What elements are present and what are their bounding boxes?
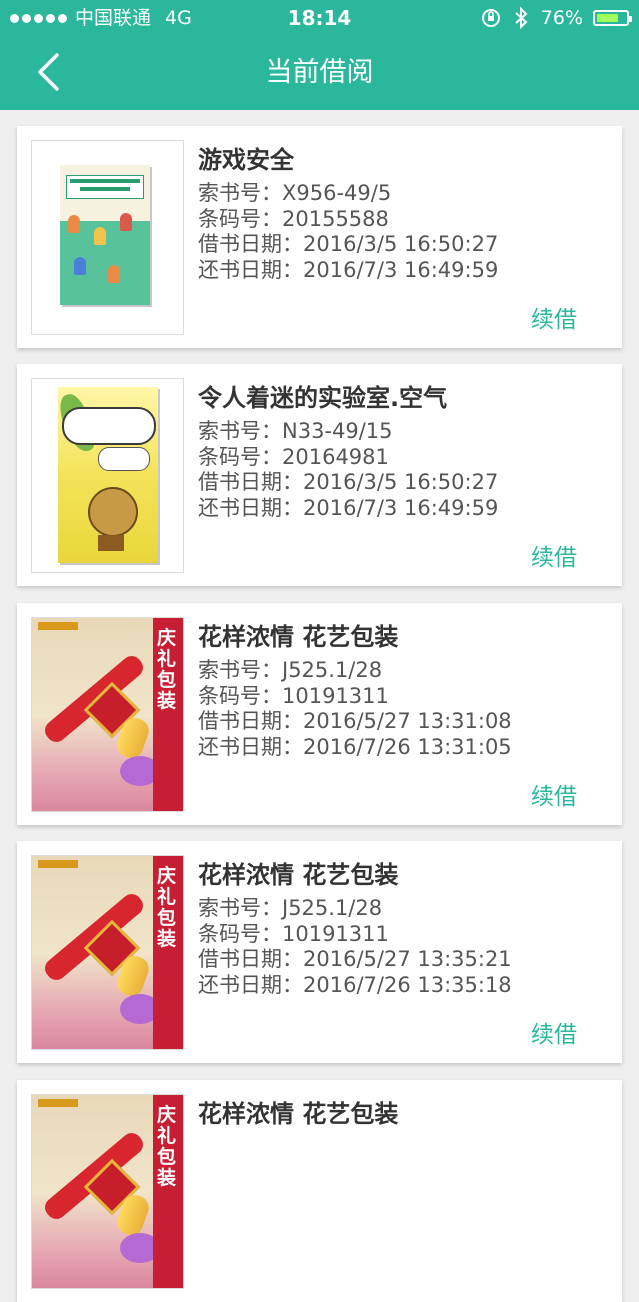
call-number-row: 索书号：J525.1/28 xyxy=(198,658,512,684)
book-card: 庆礼包装 花样浓情 花艺包装 xyxy=(17,1080,622,1302)
book-cover-art: 庆礼包装 xyxy=(32,856,183,1049)
book-card: 庆礼包装 花样浓情 花艺包装 索书号：J525.1/28 条码号：1019131… xyxy=(17,841,622,1063)
book-cover-art xyxy=(54,387,158,563)
call-number-label: 索书号： xyxy=(198,896,282,920)
call-number-value: J525.1/28 xyxy=(282,658,383,682)
renew-button[interactable]: 续借 xyxy=(531,538,577,572)
call-number-value: J525.1/28 xyxy=(282,896,383,920)
book-cover[interactable]: 庆礼包装 xyxy=(31,855,184,1050)
barcode-row: 条码号：20155588 xyxy=(198,207,498,233)
book-title[interactable]: 游戏安全 xyxy=(198,140,294,175)
book-title[interactable]: 花样浓情 花艺包装 xyxy=(198,1094,398,1129)
borrow-date-value: 2016/5/27 13:31:08 xyxy=(303,709,512,733)
book-title[interactable]: 令人着迷的实验室.空气 xyxy=(198,378,447,413)
barcode-value: 10191311 xyxy=(282,683,389,708)
barcode-row: 条码号：10191311 xyxy=(198,922,512,948)
app-header: 中国联通 4G 18:14 76% 当前借阅 xyxy=(0,0,639,110)
book-card: 令人着迷的实验室.空气 索书号：N33-49/15 条码号：20164981 借… xyxy=(17,364,622,586)
return-date-row: 还书日期：2016/7/26 13:35:18 xyxy=(198,973,512,999)
return-date-label: 还书日期： xyxy=(198,972,303,997)
cover-text: 庆礼包装 xyxy=(157,865,177,950)
barcode-row: 条码号：10191311 xyxy=(198,684,512,710)
call-number-row: 索书号：N33-49/15 xyxy=(198,419,498,445)
book-cover-art: 庆礼包装 xyxy=(32,1095,183,1288)
borrow-date-row: 借书日期：2016/5/27 13:31:08 xyxy=(198,709,512,735)
borrow-date-value: 2016/3/5 16:50:27 xyxy=(303,232,499,256)
borrow-date-row: 借书日期：2016/5/27 13:35:21 xyxy=(198,947,512,973)
battery-percent: 76% xyxy=(540,7,583,29)
page-title: 当前借阅 xyxy=(265,57,374,88)
return-date-value: 2016/7/3 16:49:59 xyxy=(303,257,499,282)
bluetooth-icon xyxy=(511,7,531,29)
borrow-date-row: 借书日期：2016/3/5 16:50:27 xyxy=(198,470,498,496)
book-meta: 索书号：N33-49/15 条码号：20164981 借书日期：2016/3/5… xyxy=(198,419,498,521)
barcode-label: 条码号： xyxy=(198,444,282,469)
book-meta: 索书号：J525.1/28 条码号：10191311 借书日期：2016/5/2… xyxy=(198,896,512,998)
call-number-label: 索书号： xyxy=(198,419,282,443)
battery-icon xyxy=(593,10,632,26)
barcode-value: 10191311 xyxy=(282,921,389,946)
book-cover[interactable]: 庆礼包装 xyxy=(31,1094,184,1289)
book-cover-art: 庆礼包装 xyxy=(32,618,183,811)
return-date-row: 还书日期：2016/7/3 16:49:59 xyxy=(198,496,498,522)
book-cover[interactable] xyxy=(31,140,184,335)
book-title[interactable]: 花样浓情 花艺包装 xyxy=(198,617,398,652)
return-date-row: 还书日期：2016/7/3 16:49:59 xyxy=(198,258,498,284)
barcode-value: 20155588 xyxy=(282,206,389,231)
borrow-date-label: 借书日期： xyxy=(198,232,303,256)
call-number-row: 索书号：X956-49/5 xyxy=(198,181,498,207)
borrow-date-row: 借书日期：2016/3/5 16:50:27 xyxy=(198,232,498,258)
barcode-label: 条码号： xyxy=(198,921,282,946)
book-title[interactable]: 花样浓情 花艺包装 xyxy=(198,855,398,890)
book-cover[interactable] xyxy=(31,378,184,573)
return-date-value: 2016/7/3 16:49:59 xyxy=(303,495,499,520)
renew-button[interactable]: 续借 xyxy=(531,777,577,811)
return-date-value: 2016/7/26 13:31:05 xyxy=(303,734,512,759)
call-number-value: X956-49/5 xyxy=(282,181,392,205)
nav-bar: 当前借阅 xyxy=(0,36,639,110)
barcode-value: 20164981 xyxy=(282,444,389,469)
call-number-label: 索书号： xyxy=(198,181,282,205)
status-right: 76% xyxy=(481,0,632,36)
cover-text: 庆礼包装 xyxy=(157,1104,177,1189)
book-meta: 索书号：J525.1/28 条码号：10191311 借书日期：2016/5/2… xyxy=(198,658,512,760)
borrow-date-label: 借书日期： xyxy=(198,709,303,733)
return-date-row: 还书日期：2016/7/26 13:31:05 xyxy=(198,735,512,761)
renew-button[interactable]: 续借 xyxy=(531,300,577,334)
barcode-label: 条码号： xyxy=(198,206,282,231)
borrow-date-label: 借书日期： xyxy=(198,470,303,494)
renew-button[interactable]: 续借 xyxy=(531,1015,577,1049)
return-date-value: 2016/7/26 13:35:18 xyxy=(303,972,512,997)
call-number-label: 索书号： xyxy=(198,658,282,682)
borrow-date-value: 2016/5/27 13:35:21 xyxy=(303,947,512,971)
return-date-label: 还书日期： xyxy=(198,495,303,520)
book-card: 庆礼包装 花样浓情 花艺包装 索书号：J525.1/28 条码号：1019131… xyxy=(17,603,622,825)
borrow-date-value: 2016/3/5 16:50:27 xyxy=(303,470,499,494)
book-card: 游戏安全 索书号：X956-49/5 条码号：20155588 借书日期：201… xyxy=(17,126,622,348)
book-meta: 索书号：X956-49/5 条码号：20155588 借书日期：2016/3/5… xyxy=(198,181,498,283)
call-number-row: 索书号：J525.1/28 xyxy=(198,896,512,922)
borrow-date-label: 借书日期： xyxy=(198,947,303,971)
barcode-row: 条码号：20164981 xyxy=(198,445,498,471)
return-date-label: 还书日期： xyxy=(198,257,303,282)
status-bar: 中国联通 4G 18:14 76% xyxy=(0,0,639,36)
book-cover[interactable]: 庆礼包装 xyxy=(31,617,184,812)
call-number-value: N33-49/15 xyxy=(282,419,393,443)
book-cover-art xyxy=(60,165,150,305)
orientation-lock-icon xyxy=(481,8,501,28)
barcode-label: 条码号： xyxy=(198,683,282,708)
cover-text: 庆礼包装 xyxy=(157,627,177,712)
return-date-label: 还书日期： xyxy=(198,734,303,759)
